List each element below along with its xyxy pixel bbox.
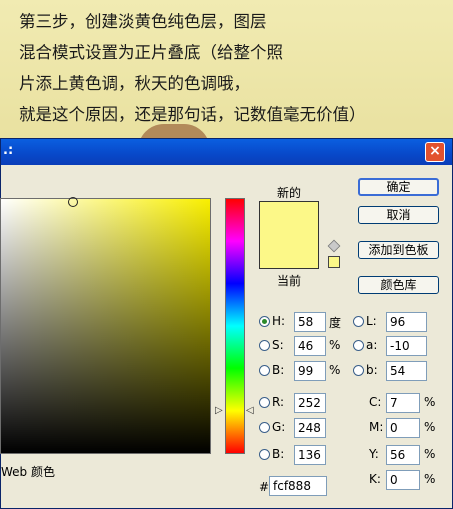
lab-b-radio[interactable] [353,365,364,376]
k-label: K: [369,472,381,486]
blue-label: B: [272,447,285,461]
h-input[interactable]: 58 [294,312,326,332]
y-unit: % [424,447,436,461]
cmyk-c-row: C: 7 % [369,392,439,414]
lab-l-row: L: 96 [353,311,433,333]
hsb-h-row: H: 58 度 [259,311,349,333]
h-radio[interactable] [259,316,270,327]
h-label: H: [272,314,286,328]
l-input[interactable]: 96 [386,312,427,332]
hue-slider-right-arrow-icon[interactable]: ◁ [246,405,254,416]
rgb-r-row: R: 252 [259,392,329,414]
hsb-s-row: S: 46 % [259,335,349,357]
tutorial-note: 第三步，创建淡黄色纯色层，图层 混合模式设置为正片叠底（给整个照 片添上黄色调，… [0,0,453,141]
brightness-label: B: [272,363,285,377]
color-picker-dialog: .: × ▷ ◁ Web 颜色 新的 当前 确定 取消 添加到色板 颜色库 H:… [0,138,453,509]
blue-input[interactable]: 136 [294,445,326,465]
r-label: R: [272,395,285,409]
m-unit: % [424,420,436,434]
add-to-swatches-button[interactable]: 添加到色板 [358,241,439,259]
new-current-color-swatch [259,201,319,269]
a-radio[interactable] [353,340,364,351]
m-input[interactable]: 0 [386,418,420,438]
color-field-cursor[interactable] [68,197,78,207]
r-radio[interactable] [259,397,270,408]
cancel-button[interactable]: 取消 [358,206,439,224]
s-radio[interactable] [259,340,270,351]
hue-slider-left-arrow-icon[interactable]: ▷ [215,405,223,416]
new-color-label: 新的 [277,186,302,200]
k-input[interactable]: 0 [386,470,420,490]
rgb-b-row: B: 136 [259,444,329,466]
brightness-input[interactable]: 99 [294,361,326,381]
web-safe-warning-icon[interactable] [327,239,341,253]
r-input[interactable]: 252 [294,393,326,413]
l-label: L: [366,314,377,328]
s-label: S: [272,338,284,352]
b-radio[interactable] [259,365,270,376]
s-unit: % [329,338,341,352]
k-unit: % [424,472,436,486]
web-colors-only-label[interactable]: Web 颜色 [1,463,55,480]
c-label: C: [369,395,382,409]
title-bar[interactable]: .: × [1,139,452,165]
close-icon: × [429,143,441,159]
rgb-g-row: G: 248 [259,417,329,439]
ok-button[interactable]: 确定 [358,178,439,196]
current-color-label: 当前 [277,274,302,288]
note-line-4: 就是这个原因，还是那句话，记数值毫无价值） [19,105,366,124]
l-radio[interactable] [353,316,364,327]
web-safe-color-swatch[interactable] [328,256,340,268]
y-label: Y: [369,447,379,461]
c-input[interactable]: 7 [386,393,420,413]
hex-prefix: # [259,480,270,494]
s-input[interactable]: 46 [294,336,326,356]
y-input[interactable]: 56 [386,445,420,465]
a-input[interactable]: -10 [386,336,427,356]
blue-radio[interactable] [259,449,270,460]
close-button[interactable]: × [425,142,445,162]
g-input[interactable]: 248 [294,418,326,438]
cmyk-k-row: K: 0 % [369,469,439,491]
a-label: a: [366,338,378,352]
g-label: G: [272,420,286,434]
brightness-unit: % [329,363,341,377]
note-line-3: 片添上黄色调，秋天的色调哦， [19,74,250,93]
hsb-b-row: B: 99 % [259,360,349,382]
m-label: M: [369,420,384,434]
lab-a-row: a: -10 [353,335,433,357]
lab-b-input[interactable]: 54 [386,361,427,381]
hue-slider[interactable] [225,198,245,454]
c-unit: % [424,395,436,409]
lab-b-label: b: [366,363,378,377]
color-field[interactable] [0,198,211,454]
note-line-1: 第三步，创建淡黄色纯色层，图层 [19,12,267,31]
note-line-2: 混合模式设置为正片叠底（给整个照 [19,43,283,62]
cmyk-m-row: M: 0 % [369,417,439,439]
hex-input[interactable]: fcf888 [269,476,327,496]
g-radio[interactable] [259,422,270,433]
dialog-title: .: [3,143,14,158]
cmyk-y-row: Y: 56 % [369,444,439,466]
lab-b-row: b: 54 [353,360,433,382]
h-unit: 度 [329,316,342,330]
color-libraries-button[interactable]: 颜色库 [358,276,439,294]
